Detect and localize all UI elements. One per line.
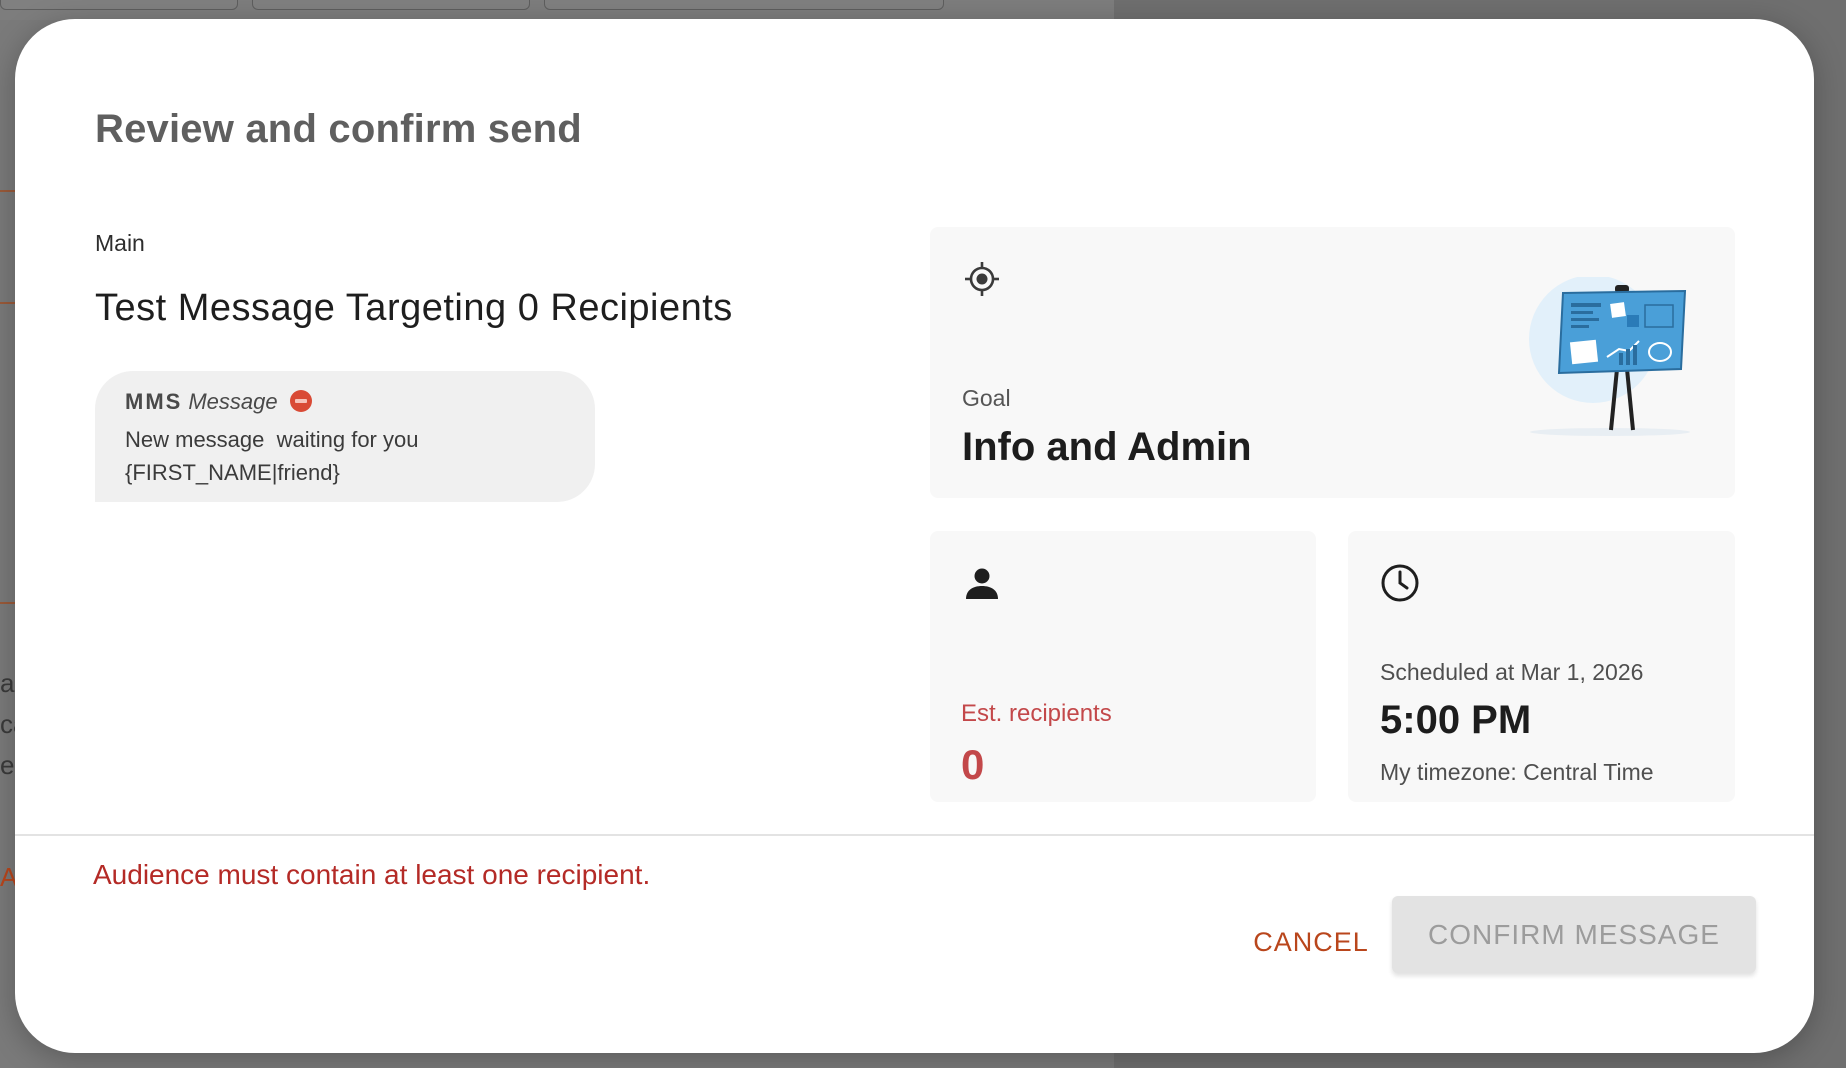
goal-card: Goal Info and Admin: [930, 227, 1735, 498]
background-tab: [544, 0, 944, 10]
dialog-title: Review and confirm send: [95, 107, 582, 151]
person-icon: [966, 568, 998, 599]
recipients-label: Est. recipients: [961, 700, 1112, 727]
target-icon: [965, 262, 999, 296]
footer-divider: [15, 834, 1814, 836]
message-type: MMS: [125, 389, 183, 414]
review-confirm-dialog: Review and confirm send Main Test Messag…: [15, 19, 1814, 1053]
audience-error-message: Audience must contain at least one recip…: [93, 859, 651, 890]
recipients-count: 0: [961, 741, 985, 788]
background-tab: [0, 0, 238, 10]
message-type-line: MMS Message: [125, 389, 312, 415]
goal-label: Goal: [962, 385, 1011, 411]
background-divider: [0, 302, 16, 304]
stop-sign-icon: [289, 390, 312, 412]
schedule-time: 5:00 PM: [1380, 698, 1532, 742]
background-divider: [0, 190, 16, 192]
presentation-board-illustration: [1529, 277, 1690, 436]
message-section-label: Main: [95, 230, 145, 256]
confirm-message-button[interactable]: CONFIRM MESSAGE: [1392, 896, 1756, 973]
message-body: New message waiting for you {FIRST_NAME|…: [125, 427, 419, 485]
cancel-button[interactable]: CANCEL: [1241, 916, 1381, 968]
message-type-suffix: Message: [188, 389, 278, 414]
schedule-date: Scheduled at Mar 1, 2026: [1380, 659, 1644, 685]
recipients-card: Est. recipients 0: [930, 531, 1316, 802]
message-heading: Test Message Targeting 0 Recipients: [95, 287, 733, 329]
background-tab: [252, 0, 530, 10]
clock-icon: [1381, 564, 1419, 602]
goal-value: Info and Admin: [962, 425, 1252, 469]
schedule-timezone: My timezone: Central Time: [1380, 759, 1654, 785]
message-preview-bubble: MMS Message New message waiting for you {…: [95, 371, 595, 502]
schedule-card: Scheduled at Mar 1, 2026 5:00 PM My time…: [1348, 531, 1735, 802]
background-divider: [0, 602, 16, 604]
